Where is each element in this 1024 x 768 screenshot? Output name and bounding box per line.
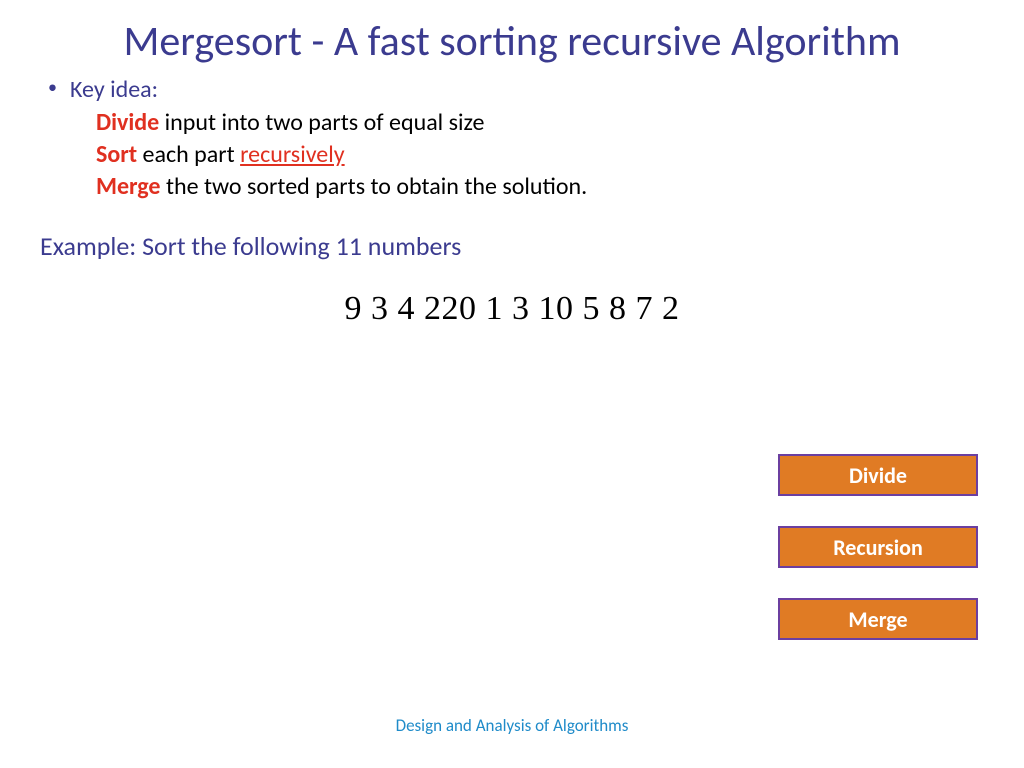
- example-numbers: 9 3 4 220 1 3 10 5 8 7 2: [0, 290, 1024, 328]
- kw-merge: Merge: [96, 172, 161, 201]
- kw-sort: Sort: [96, 140, 137, 169]
- idea-sort-mid: each part: [137, 140, 240, 169]
- divide-button[interactable]: Divide: [778, 454, 978, 496]
- example-heading: Example: Sort the following 11 numbers: [0, 204, 1024, 262]
- merge-button[interactable]: Merge: [778, 598, 978, 640]
- kw-divide: Divide: [96, 108, 159, 137]
- key-idea-label: Key idea:: [70, 74, 984, 106]
- idea-sort: Sort each part recursively: [70, 139, 984, 171]
- key-idea-block: Key idea: Divide input into two parts of…: [0, 74, 1024, 204]
- action-buttons: Divide Recursion Merge: [778, 454, 978, 640]
- slide-footer: Design and Analysis of Algorithms: [0, 715, 1024, 736]
- recursion-button[interactable]: Recursion: [778, 526, 978, 568]
- idea-merge-text: the two sorted parts to obtain the solut…: [161, 172, 588, 201]
- recursively-link[interactable]: recursively: [240, 140, 345, 169]
- idea-merge: Merge the two sorted parts to obtain the…: [70, 171, 984, 203]
- slide-title: Mergesort - A fast sorting recursive Alg…: [0, 0, 1024, 74]
- idea-divide-text: input into two parts of equal size: [159, 108, 484, 137]
- idea-divide: Divide input into two parts of equal siz…: [70, 107, 984, 139]
